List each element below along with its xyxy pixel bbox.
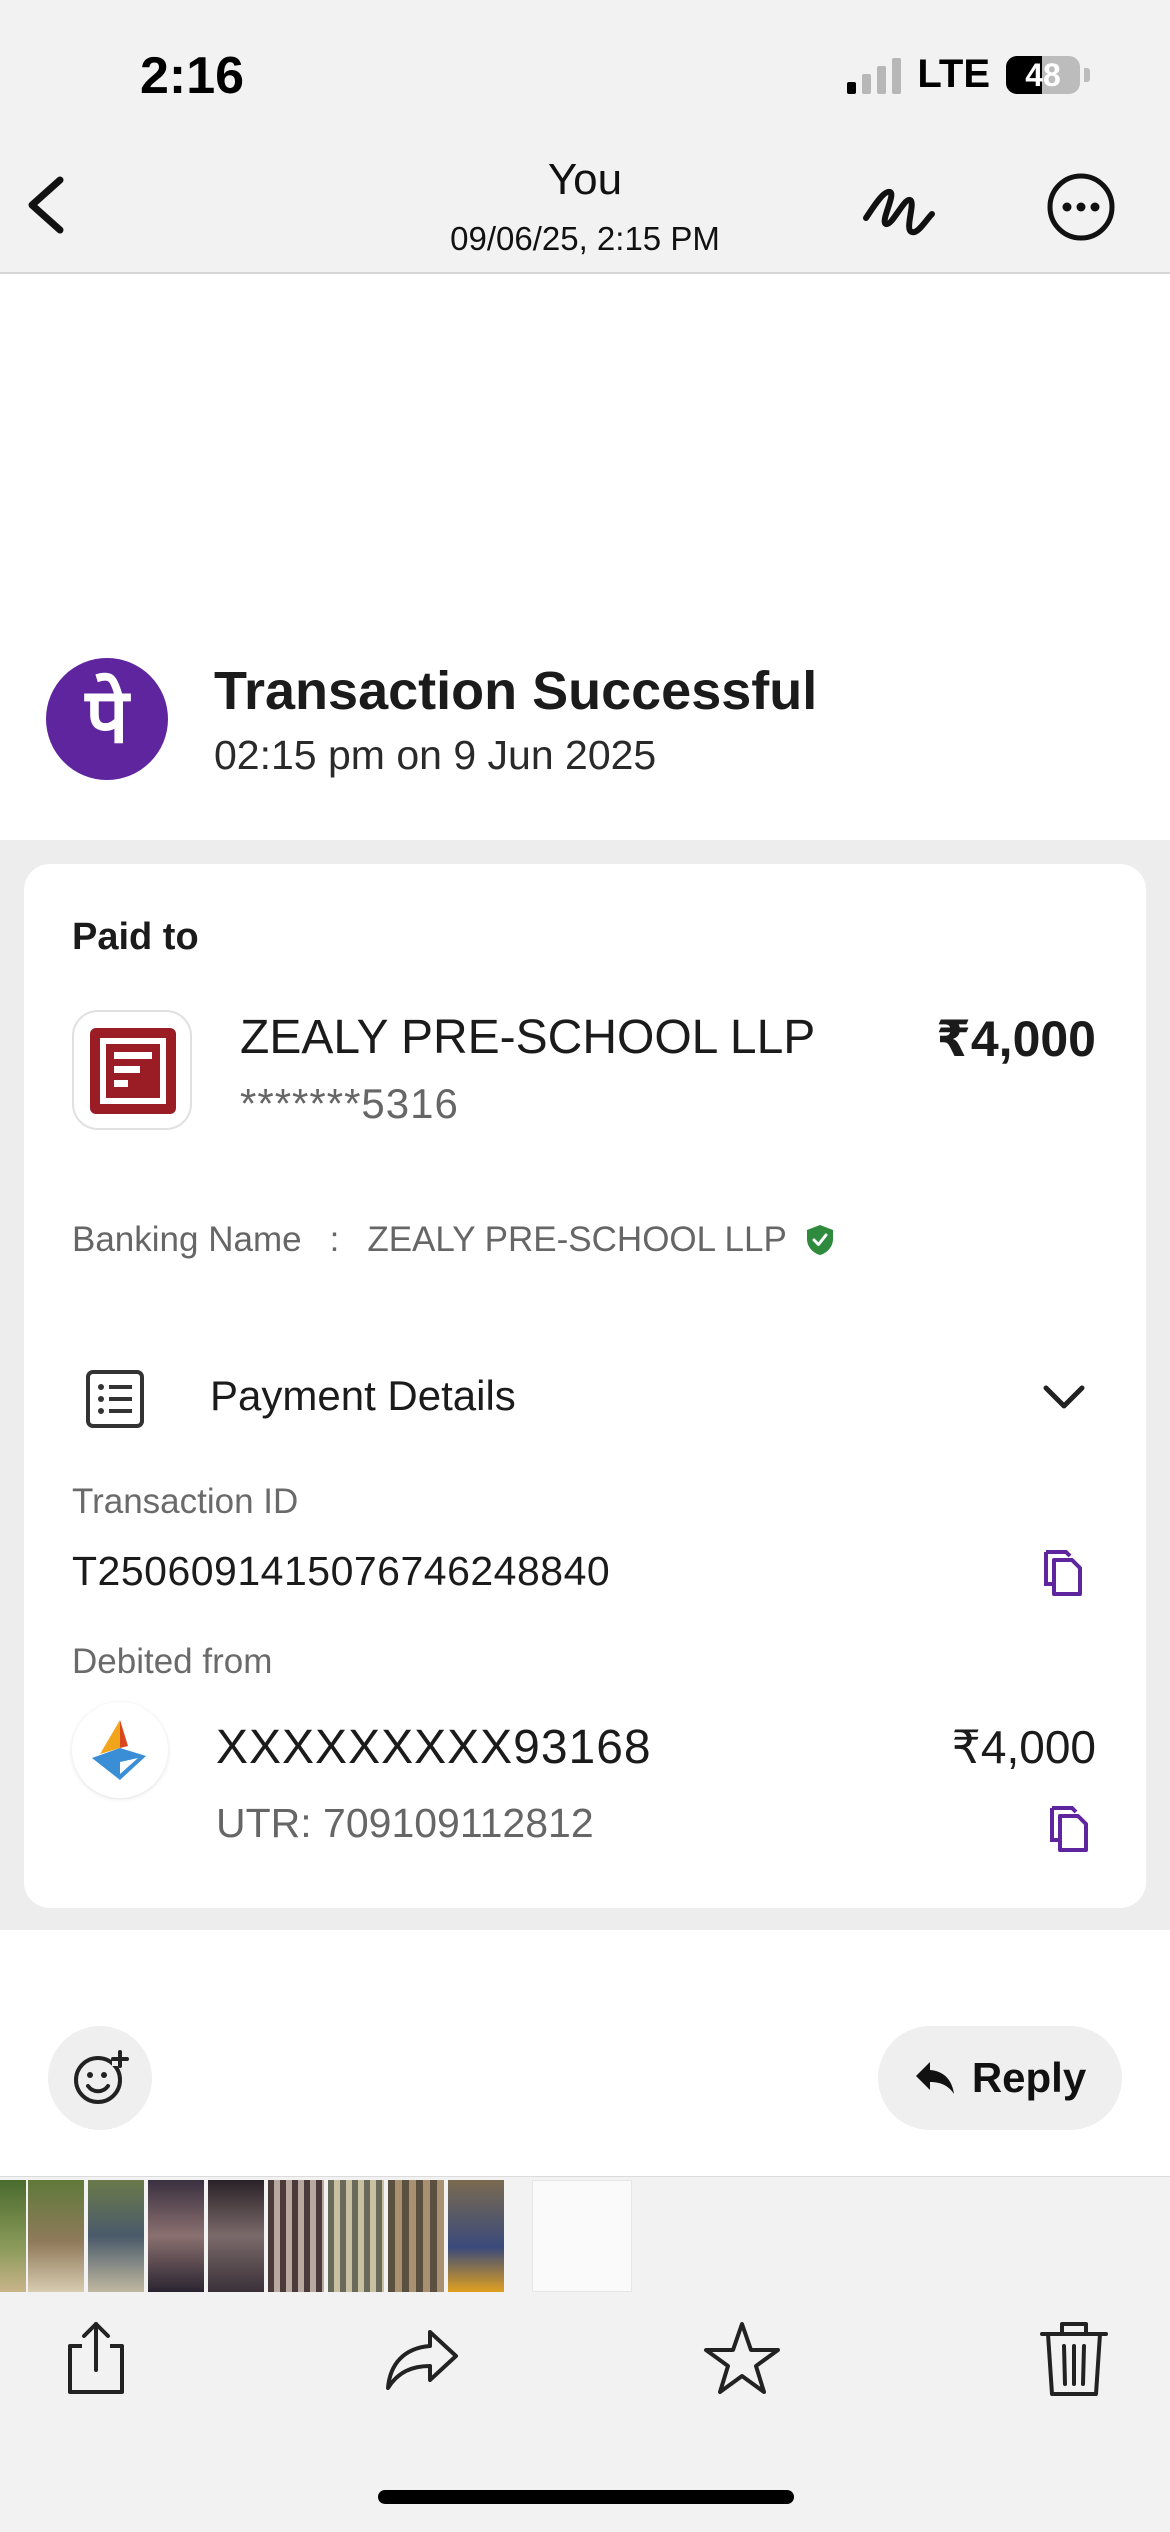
star-icon	[704, 2322, 780, 2394]
debit-account: XXXXXXXXX93168	[216, 1721, 652, 1774]
paid-to-label: Paid to	[72, 916, 199, 958]
trash-icon	[1040, 2322, 1108, 2396]
markup-button[interactable]	[860, 170, 940, 245]
debit-amount: ₹4,000	[951, 1721, 1096, 1773]
more-options-button[interactable]	[1046, 172, 1116, 242]
network-type: LTE	[917, 52, 990, 96]
nav-subtitle: 09/06/25, 2:15 PM	[450, 220, 720, 257]
thumbnail-photo[interactable]	[148, 2180, 204, 2292]
banking-name-separator: :	[329, 1220, 340, 1259]
share-icon	[68, 2322, 124, 2394]
thumbnail-photo[interactable]	[448, 2180, 504, 2292]
more-options-icon	[1047, 173, 1115, 241]
merchant-name: ZEALY PRE-SCHOOL LLP	[240, 1011, 816, 1064]
transaction-status-title: Transaction Successful	[214, 661, 818, 721]
banking-name-row: Banking Name : ZEALY PRE-SCHOOL LLP	[72, 1220, 835, 1260]
thumbnail-photo[interactable]	[328, 2180, 384, 2292]
add-reaction-button[interactable]	[48, 2026, 152, 2130]
status-time: 2:16	[140, 47, 245, 105]
status-indicators: LTE 48	[847, 52, 1090, 97]
thumbnail-photo[interactable]	[268, 2180, 324, 2292]
debited-from-label: Debited from	[72, 1642, 273, 1681]
thumbnail-photo[interactable]	[88, 2180, 144, 2292]
payment-details-label: Payment Details	[210, 1372, 516, 1419]
chevron-down-icon	[1040, 1378, 1088, 1418]
thumbnail-receipt[interactable]	[532, 2180, 632, 2292]
reply-arrow-icon	[915, 2062, 954, 2094]
markup-pen-icon	[863, 188, 935, 236]
payment-details-list-icon	[84, 1368, 146, 1430]
battery-icon: 48	[1006, 55, 1080, 94]
transaction-id-label: Transaction ID	[72, 1482, 299, 1521]
bank-logo-icon	[72, 1702, 168, 1798]
cellular-signal-icon	[847, 56, 902, 94]
forward-button[interactable]	[382, 2316, 462, 2400]
thumbnail-photo[interactable]	[0, 2180, 26, 2292]
banking-name-value: ZEALY PRE-SCHOOL LLP	[367, 1220, 787, 1259]
phonepe-logo: पे	[46, 658, 168, 780]
copy-icon	[1040, 1544, 1086, 1598]
favorite-button[interactable]	[702, 2316, 782, 2400]
nav-title: You	[547, 155, 623, 204]
utr-number: UTR: 709109112812	[216, 1800, 594, 1846]
banking-name-label: Banking Name	[72, 1220, 302, 1259]
paid-amount: ₹4,000	[936, 1011, 1096, 1067]
transaction-time: 02:15 pm on 9 Jun 2025	[214, 732, 657, 778]
thumbnail-photo[interactable]	[28, 2180, 84, 2292]
copy-icon	[1046, 1800, 1092, 1854]
emoji-add-icon	[74, 2050, 129, 2104]
reply-button[interactable]: Reply	[878, 2026, 1122, 2130]
transaction-id-value: T2506091415076746248840	[72, 1548, 611, 1594]
battery-level: 48	[1025, 56, 1061, 93]
reply-label: Reply	[971, 2054, 1087, 2101]
home-indicator[interactable]	[378, 2490, 794, 2504]
delete-button[interactable]	[1034, 2316, 1114, 2400]
battery-tip	[1084, 67, 1090, 82]
verified-shield-icon	[806, 1225, 833, 1255]
merchant-logo-icon	[72, 1010, 192, 1130]
thumbnail-photo[interactable]	[208, 2180, 264, 2292]
thumbnail-photo[interactable]	[388, 2180, 444, 2292]
forward-icon	[386, 2330, 458, 2390]
share-button[interactable]	[56, 2316, 136, 2400]
merchant-account: *******5316	[240, 1080, 459, 1127]
